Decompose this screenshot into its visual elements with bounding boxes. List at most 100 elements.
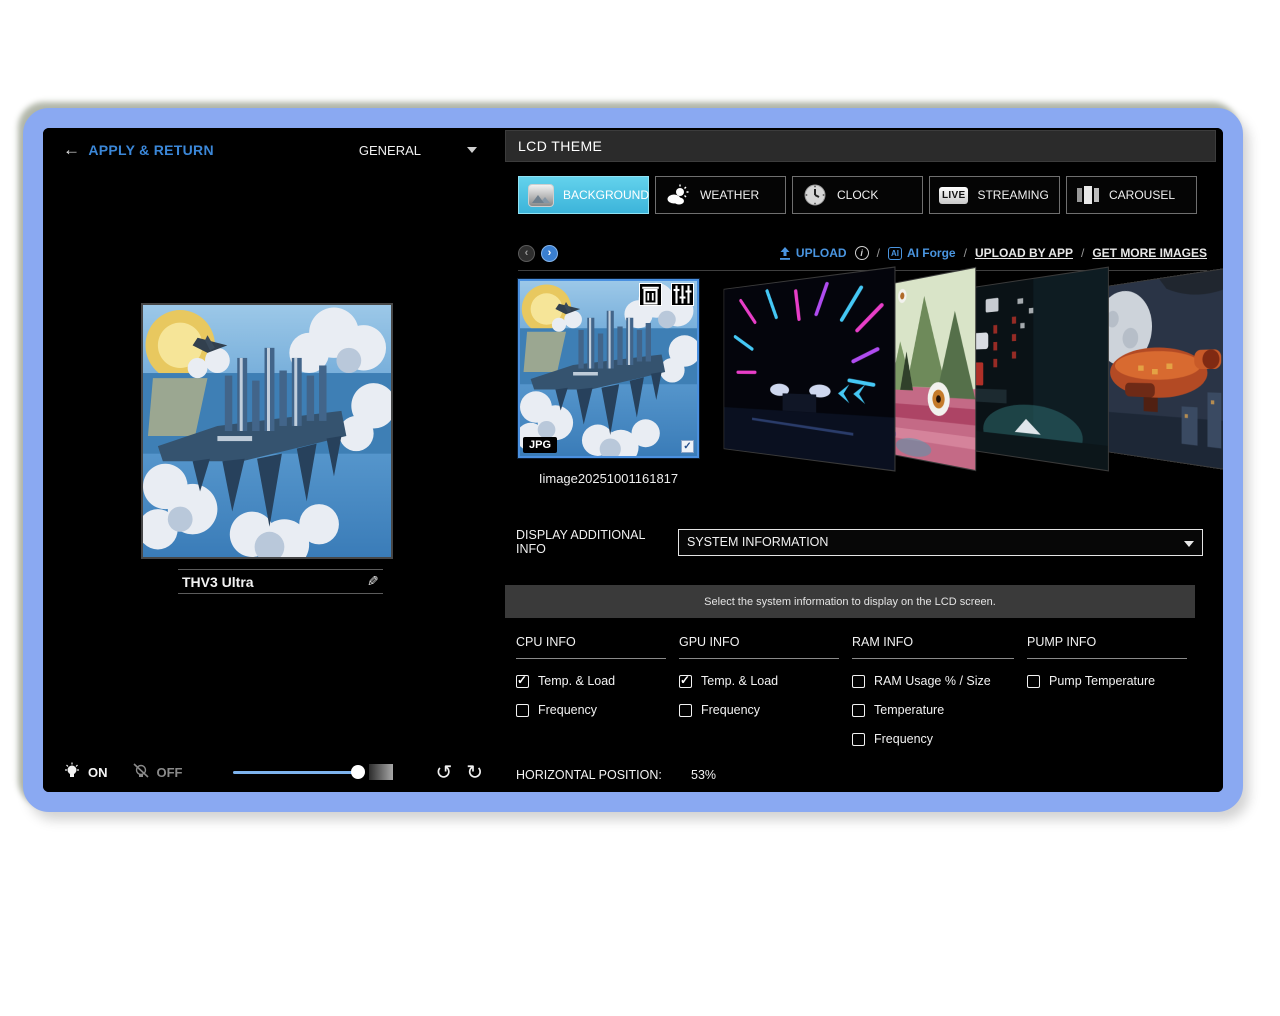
- gpu-temp-load-option[interactable]: Temp. & Load: [679, 674, 839, 688]
- cpu-frequency-checkbox[interactable]: [516, 704, 529, 717]
- info-icon[interactable]: i: [855, 246, 869, 260]
- weather-icon: [665, 183, 691, 207]
- selected-image-filename: Iimage20251001161817: [518, 471, 699, 486]
- ram-frequency-checkbox[interactable]: [852, 733, 865, 746]
- gpu-info-column: GPU INFO Temp. & Load Frequency: [679, 635, 839, 746]
- brightness-slider[interactable]: [233, 765, 364, 779]
- ram-temperature-label: Temperature: [874, 703, 944, 717]
- image-icon: [528, 183, 554, 207]
- image-carousel: JPG ✓: [503, 279, 1223, 461]
- color-swatch-red[interactable]: [738, 798, 772, 812]
- brightness-gradient-swatch: [369, 764, 393, 780]
- color-swatch-orange[interactable]: [784, 798, 818, 812]
- color-swatch-yellow[interactable]: [876, 798, 910, 812]
- separator: /: [877, 246, 880, 260]
- ram-usage-option[interactable]: RAM Usage % / Size: [852, 674, 1014, 688]
- color-swatch-amber[interactable]: [830, 798, 864, 812]
- get-more-images-link[interactable]: GET MORE IMAGES: [1092, 246, 1207, 260]
- adjust-image-button[interactable]: [671, 283, 694, 306]
- gpu-temp-load-checkbox[interactable]: [679, 675, 692, 688]
- format-badge: JPG: [523, 437, 557, 453]
- gallery-prev-button[interactable]: ‹: [518, 245, 535, 262]
- cpu-temp-load-checkbox[interactable]: [516, 675, 529, 688]
- thumbnail-floating-sky-city-selected[interactable]: JPG ✓: [518, 279, 699, 458]
- horizontal-position-track[interactable]: [506, 805, 716, 808]
- general-dropdown-label: GENERAL: [359, 143, 421, 158]
- tab-weather-label: WEATHER: [700, 188, 759, 202]
- neon-light-streaks-art: [724, 266, 896, 471]
- horizontal-position-knob[interactable]: [611, 800, 624, 812]
- apply-return-button[interactable]: ← APPLY & RETURN: [63, 140, 214, 160]
- live-icon: LIVE: [939, 187, 968, 204]
- apply-return-label: APPLY & RETURN: [88, 142, 214, 158]
- horizontal-position-row: HORIZONTAL POSITION: 53%: [516, 768, 1223, 782]
- theme-tabs: BACKGROUND WEATHER: [518, 176, 1223, 214]
- left-topbar: ← APPLY & RETURN GENERAL: [43, 128, 503, 160]
- selected-checkbox[interactable]: ✓: [681, 440, 694, 453]
- tab-clock[interactable]: CLOCK: [792, 176, 923, 214]
- rotate-cw-button[interactable]: ↻: [466, 762, 483, 782]
- gpu-frequency-label: Frequency: [701, 703, 760, 717]
- cpu-temp-load-option[interactable]: Temp. & Load: [516, 674, 666, 688]
- position-and-colors-row: [506, 796, 1223, 812]
- lcd-theme-title: LCD THEME: [518, 138, 602, 154]
- tab-streaming[interactable]: LIVE STREAMING: [929, 176, 1060, 214]
- cyberpunk-alley-art: [961, 266, 1109, 471]
- device-name-field[interactable]: THV3 Ultra ✎: [178, 569, 383, 594]
- tab-background-label: BACKGROUND: [563, 188, 649, 202]
- lcd-theme-window: ← APPLY & RETURN GENERAL THV3 Ultra ✎: [23, 108, 1243, 812]
- gpu-frequency-option[interactable]: Frequency: [679, 703, 839, 717]
- thumbnail-neon-light-streaks[interactable]: [724, 266, 896, 471]
- chevron-down-icon: [467, 147, 477, 153]
- pump-info-column: PUMP INFO Pump Temperature: [1027, 635, 1187, 746]
- brightness-slider-knob[interactable]: [351, 765, 365, 779]
- backlight-off-toggle[interactable]: OFF: [132, 762, 183, 782]
- upload-links: UPLOAD i / AI AI Forge / UPLOAD BY APP /…: [779, 246, 1207, 260]
- backlight-on-toggle[interactable]: ON: [63, 762, 108, 782]
- thumbnail-cyberpunk-alley[interactable]: [961, 266, 1109, 471]
- tab-background[interactable]: BACKGROUND: [518, 176, 649, 214]
- tab-weather[interactable]: WEATHER: [655, 176, 786, 214]
- delete-image-button[interactable]: [639, 283, 662, 306]
- cpu-temp-load-label: Temp. & Load: [538, 674, 615, 688]
- horizontal-position-slider[interactable]: [506, 800, 716, 812]
- cpu-info-title: CPU INFO: [516, 635, 666, 659]
- helper-banner: Select the system information to display…: [505, 585, 1195, 618]
- gpu-info-title: GPU INFO: [679, 635, 839, 659]
- general-dropdown[interactable]: GENERAL: [359, 143, 477, 158]
- display-additional-info-label: DISPLAY ADDITIONAL INFO: [516, 528, 678, 556]
- separator: /: [1081, 246, 1084, 260]
- ram-temperature-option[interactable]: Temperature: [852, 703, 1014, 717]
- pump-temperature-label: Pump Temperature: [1049, 674, 1155, 688]
- pump-temperature-checkbox[interactable]: [1027, 675, 1040, 688]
- upload-by-app-link[interactable]: UPLOAD BY APP: [975, 246, 1073, 260]
- rotate-controls: ↺ ↻: [435, 762, 483, 782]
- carousel-icon: [1076, 186, 1100, 204]
- thumbnail-red-spaceship-moon[interactable]: [1088, 267, 1233, 471]
- system-information-selected-value: SYSTEM INFORMATION: [687, 535, 828, 549]
- pump-temperature-option[interactable]: Pump Temperature: [1027, 674, 1187, 688]
- tab-clock-label: CLOCK: [837, 188, 878, 202]
- ram-temperature-checkbox[interactable]: [852, 704, 865, 717]
- color-swatch-green[interactable]: [922, 798, 956, 812]
- ram-usage-checkbox[interactable]: [852, 675, 865, 688]
- horizontal-position-fill: [506, 805, 617, 808]
- ai-forge-link[interactable]: AI AI Forge: [888, 246, 956, 260]
- gallery-toolbar: ‹ › UPLOAD i / AI AI Forge: [518, 242, 1207, 264]
- color-swatch-white-wide[interactable]: [968, 798, 1136, 812]
- edit-pencil-icon[interactable]: ✎: [367, 573, 379, 590]
- upload-icon: [779, 247, 791, 260]
- tab-carousel[interactable]: CAROUSEL: [1066, 176, 1197, 214]
- ram-frequency-option[interactable]: Frequency: [852, 732, 1014, 746]
- cpu-frequency-option[interactable]: Frequency: [516, 703, 666, 717]
- system-information-select[interactable]: SYSTEM INFORMATION: [678, 529, 1203, 556]
- separator: /: [964, 246, 967, 260]
- gpu-frequency-checkbox[interactable]: [679, 704, 692, 717]
- upload-button[interactable]: UPLOAD: [779, 246, 847, 260]
- gallery-next-button[interactable]: ›: [541, 245, 558, 262]
- rotate-ccw-button[interactable]: ↺: [435, 762, 452, 782]
- preview-pane: ← APPLY & RETURN GENERAL THV3 Ultra ✎: [43, 128, 503, 792]
- color-swatch-red-2[interactable]: [1146, 798, 1182, 812]
- lcd-theme-header: LCD THEME: [505, 130, 1216, 162]
- brightness-slider-track[interactable]: [233, 771, 364, 774]
